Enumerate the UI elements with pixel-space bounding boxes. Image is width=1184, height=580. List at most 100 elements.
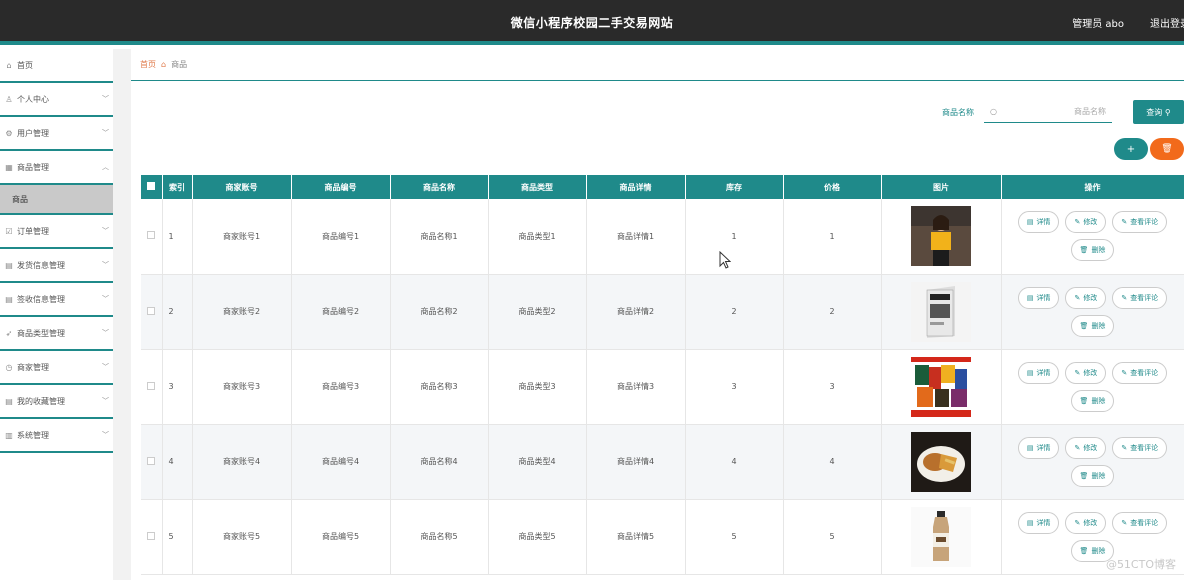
delete-button[interactable]: 🗑 删除: [1070, 464, 1115, 487]
row-checkbox[interactable]: [147, 456, 156, 465]
row-select-cell[interactable]: [141, 274, 163, 350]
row-checkbox[interactable]: [147, 306, 156, 315]
row-checkbox[interactable]: [147, 381, 156, 390]
sidebar-item[interactable]: ▤ 签收信息管理 ﹀: [0, 283, 113, 317]
sidebar-item-label: 个人中心: [17, 94, 49, 104]
table-row[interactable]: 3 商家账号3 商品编号3 商品名称3 商品类型3 商品详情3 3 3 ▤ 详情 ✎ 修改 ✎ 查看评论 🗑…: [141, 349, 1184, 425]
table-row[interactable]: 5 商家账号5 商品编号5 商品名称5 商品类型5 商品详情5 5 5 ▤ 详情 ✎ 修改 ✎ 查看评论 🗑…: [141, 499, 1184, 575]
food-photo: [911, 431, 971, 492]
system-icon: ▥: [5, 430, 13, 440]
actions-cell: ▤ 详情 ✎ 修改 ✎ 查看评论 🗑 删除: [1001, 274, 1184, 350]
order-icon: ☑: [5, 226, 13, 236]
sidebar-item[interactable]: ▤ 发货信息管理 ﹀: [0, 249, 113, 283]
edit-label: 修改: [1083, 443, 1098, 452]
ship-icon: ▤: [5, 260, 13, 270]
sidebar-item[interactable]: ⌂ 首页: [0, 49, 113, 83]
table-row[interactable]: 1 商家账号1 商品编号1 商品名称1 商品类型1 商品详情1 1 1 ▤ 详情 ✎ 修改 ✎ 查看评论 🗑…: [141, 199, 1184, 275]
row-checkbox[interactable]: [147, 231, 156, 240]
delete-button[interactable]: 🗑 删除: [1070, 314, 1115, 337]
view-comments-button[interactable]: ✎ 查看评论: [1112, 211, 1168, 234]
row-select-cell[interactable]: [141, 424, 163, 500]
detail-button[interactable]: ▤ 详情: [1017, 361, 1060, 384]
home-icon: ⌂: [161, 60, 167, 69]
comments-label: 查看评论: [1130, 218, 1159, 227]
add-button[interactable]: +: [1114, 138, 1148, 160]
edit-button[interactable]: ✎ 修改: [1065, 286, 1107, 309]
detail-label: 详情: [1036, 518, 1051, 527]
detail-button[interactable]: ▤ 详情: [1017, 211, 1060, 234]
query-button[interactable]: 查询 ⚲: [1133, 100, 1184, 124]
trash-icon: 🗑: [1079, 471, 1089, 480]
stock-cell: 2: [685, 274, 784, 350]
price-cell: 3: [783, 349, 882, 425]
bulk-delete-button[interactable]: 🗑: [1150, 138, 1184, 160]
edit-button[interactable]: ✎ 修改: [1065, 211, 1107, 234]
sidebar-item[interactable]: ▥ 系统管理 ﹀: [0, 419, 113, 453]
image-cell: [881, 499, 1002, 575]
merchant-cell: 商家账号1: [192, 199, 292, 275]
delete-button[interactable]: 🗑 删除: [1070, 389, 1115, 412]
sidebar-item-label: 商品管理: [17, 162, 49, 172]
sidebar-item[interactable]: ⚙ 用户管理 ﹀: [0, 117, 113, 151]
code-cell: 商品编号1: [291, 199, 391, 275]
detail-cell: 商品详情4: [586, 424, 686, 500]
view-comments-button[interactable]: ✎ 查看评论: [1112, 511, 1168, 534]
detail-cell: 商品详情2: [586, 274, 686, 350]
logout-link[interactable]: 退出登录: [1150, 15, 1184, 30]
sidebar-item[interactable]: ☑ 订单管理 ﹀: [0, 215, 113, 249]
user-icon: ♙: [5, 94, 13, 104]
actions-cell: ▤ 详情 ✎ 修改 ✎ 查看评论 🗑 删除: [1001, 424, 1184, 500]
column-header: 商品名称: [390, 175, 489, 199]
index-cell: 1: [162, 199, 193, 275]
detail-label: 详情: [1036, 368, 1051, 377]
edit-button[interactable]: ✎ 修改: [1065, 511, 1107, 534]
sidebar-item[interactable]: ▦ 商品管理 ︿: [0, 151, 113, 185]
view-comments-button[interactable]: ✎ 查看评论: [1112, 286, 1168, 309]
header-select-all[interactable]: [141, 175, 163, 199]
sidebar-subitem-products[interactable]: 商品: [0, 185, 113, 215]
sidebar-item-label: 签收信息管理: [17, 294, 65, 304]
breadcrumb-home[interactable]: 首页: [140, 59, 156, 70]
stock-cell: 1: [685, 199, 784, 275]
row-select-cell[interactable]: [141, 349, 163, 425]
image-cell: [881, 199, 1002, 275]
view-comments-button[interactable]: ✎ 查看评论: [1112, 436, 1168, 459]
detail-button[interactable]: ▤ 详情: [1017, 286, 1060, 309]
sidebar-item[interactable]: ♙ 个人中心 ﹀: [0, 83, 113, 117]
column-header: 价格: [783, 175, 882, 199]
delete-button[interactable]: 🗑 删除: [1070, 239, 1115, 262]
sidebar-item[interactable]: ➶ 商品类型管理 ﹀: [0, 317, 113, 351]
name-cell: 商品名称5: [390, 499, 489, 575]
row-select-cell[interactable]: [141, 199, 163, 275]
row-select-cell[interactable]: [141, 499, 163, 575]
chevron-down-icon: ﹀: [102, 295, 109, 303]
delete-label: 删除: [1091, 246, 1106, 255]
edit-icon: ✎: [1074, 368, 1081, 377]
index-cell: 5: [162, 499, 193, 575]
row-checkbox[interactable]: [147, 531, 156, 540]
site-title: 微信小程序校园二手交易网站: [510, 16, 674, 30]
detail-button[interactable]: ▤ 详情: [1017, 436, 1060, 459]
edit-icon: ✎: [1074, 293, 1081, 302]
detail-button[interactable]: ▤ 详情: [1017, 511, 1060, 534]
column-header: 商家账号: [192, 175, 292, 199]
edit-button[interactable]: ✎ 修改: [1065, 436, 1107, 459]
merchant-cell: 商家账号4: [192, 424, 292, 500]
comments-label: 查看评论: [1130, 293, 1159, 302]
sidebar-item-label: 发货信息管理: [17, 260, 65, 270]
search-input[interactable]: ○ 商品名称: [984, 101, 1112, 123]
woman-photo: [911, 206, 971, 267]
trash-icon: 🗑: [1161, 144, 1173, 154]
mouse-cursor-icon: [719, 251, 731, 269]
select-all-checkbox[interactable]: [147, 182, 156, 190]
price-cell: 5: [783, 499, 882, 575]
view-comments-button[interactable]: ✎ 查看评论: [1112, 361, 1168, 384]
breadcrumb: 首页 ⌂ 商品: [131, 49, 1184, 81]
table-row[interactable]: 2 商家账号2 商品编号2 商品名称2 商品类型2 商品详情2 2 2 ▤ 详情 ✎ 修改 ✎ 查看评论 🗑…: [141, 274, 1184, 350]
table-row[interactable]: 4 商家账号4 商品编号4 商品名称4 商品类型4 商品详情4 4 4 ▤ 详情 ✎ 修改 ✎ 查看评论 🗑…: [141, 424, 1184, 500]
sidebar-item[interactable]: ◷ 商家管理 ﹀: [0, 351, 113, 385]
delete-label: 删除: [1091, 321, 1106, 330]
edit-button[interactable]: ✎ 修改: [1065, 361, 1107, 384]
sidebar-item[interactable]: ▤ 我的收藏管理 ﹀: [0, 385, 113, 419]
stock-cell: 5: [685, 499, 784, 575]
